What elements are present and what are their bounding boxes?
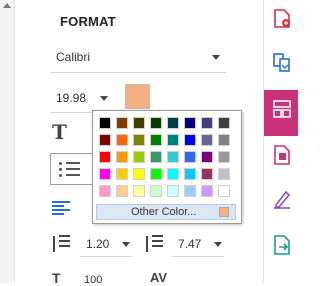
scroll-up-icon[interactable]: [3, 3, 11, 8]
color-swatch[interactable]: [150, 168, 162, 180]
font-size-select[interactable]: 19.98: [50, 82, 112, 113]
font-family-value: Calibri: [56, 50, 91, 64]
color-swatch[interactable]: [201, 134, 213, 146]
color-swatch[interactable]: [133, 134, 145, 146]
chevron-down-icon: [212, 55, 220, 60]
organize-pages-tool-button[interactable]: [264, 90, 298, 136]
color-swatch[interactable]: [133, 117, 145, 129]
paragraph-spacing-select[interactable]: 7.47: [172, 232, 224, 257]
color-swatch[interactable]: [218, 117, 230, 129]
color-swatch[interactable]: [201, 168, 213, 180]
align-left-icon[interactable]: [52, 201, 70, 215]
color-swatch[interactable]: [167, 117, 179, 129]
color-swatch[interactable]: [99, 151, 111, 163]
color-swatch[interactable]: [201, 151, 213, 163]
chevron-down-icon: [214, 242, 222, 247]
color-swatch[interactable]: [150, 117, 162, 129]
font-size-value: 19.98: [56, 91, 87, 105]
line-spacing-icon: [52, 235, 70, 253]
color-swatch[interactable]: [133, 151, 145, 163]
color-swatch[interactable]: [184, 168, 196, 180]
color-swatch[interactable]: [167, 185, 179, 197]
color-swatch[interactable]: [133, 168, 145, 180]
combine-files-tool-button[interactable]: [264, 44, 298, 90]
color-swatch[interactable]: [116, 185, 128, 197]
color-swatch[interactable]: [150, 185, 162, 197]
horizontal-scale-value[interactable]: 100: [84, 274, 102, 286]
text-style-icon[interactable]: T: [52, 120, 67, 144]
color-swatch[interactable]: [218, 168, 230, 180]
color-swatch[interactable]: [218, 151, 230, 163]
tools-sidebar: [263, 0, 298, 283]
line-spacing-select[interactable]: 1.20: [80, 232, 132, 257]
bullet-list-button[interactable]: [50, 153, 94, 185]
panel-scrollbar[interactable]: [0, 0, 15, 283]
color-swatch[interactable]: [150, 134, 162, 146]
other-color-button[interactable]: Other Color...: [96, 204, 236, 220]
color-swatch[interactable]: [116, 151, 128, 163]
color-swatch[interactable]: [201, 117, 213, 129]
list-line: [66, 162, 80, 164]
horizontal-scale-icon: T: [52, 270, 61, 286]
color-swatch[interactable]: [184, 117, 196, 129]
color-swatch[interactable]: [99, 185, 111, 197]
color-swatch[interactable]: [184, 185, 196, 197]
color-swatch[interactable]: [218, 185, 230, 197]
list-line: [66, 168, 80, 170]
color-swatch[interactable]: [167, 168, 179, 180]
color-swatch[interactable]: [99, 117, 111, 129]
color-swatch[interactable]: [116, 117, 128, 129]
color-swatch[interactable]: [116, 168, 128, 180]
list-line: [66, 174, 80, 176]
other-color-label: Other Color...: [131, 206, 197, 218]
color-swatch[interactable]: [184, 151, 196, 163]
color-swatch[interactable]: [218, 134, 230, 146]
pdf-export-tool-button[interactable]: [264, 0, 298, 46]
bullet-dot-icon: [59, 162, 62, 165]
paragraph-spacing-icon: [145, 235, 163, 253]
color-swatch[interactable]: [184, 134, 196, 146]
bullet-dot-icon: [59, 174, 62, 177]
bullet-dot-icon: [59, 168, 62, 171]
fill-sign-tool-button[interactable]: [264, 180, 298, 226]
line-spacing-value: 1.20: [86, 237, 110, 251]
current-color-swatch: [219, 207, 229, 217]
color-swatch[interactable]: [99, 168, 111, 180]
color-swatch[interactable]: [116, 134, 128, 146]
compress-pdf-tool-button[interactable]: [264, 136, 298, 182]
color-swatch[interactable]: [167, 151, 179, 163]
color-swatch[interactable]: [99, 134, 111, 146]
font-family-select[interactable]: Calibri: [50, 40, 226, 73]
chevron-down-icon: [122, 242, 130, 247]
color-swatch[interactable]: [167, 134, 179, 146]
export-pdf-tool-button[interactable]: [264, 226, 298, 272]
text-color-button[interactable]: [125, 84, 150, 109]
color-swatch[interactable]: [133, 185, 145, 197]
paragraph-spacing-value: 7.47: [178, 237, 202, 251]
chevron-down-icon: [100, 96, 108, 101]
color-picker-popup: Other Color...: [92, 110, 242, 224]
format-title: FORMAT: [60, 14, 116, 29]
color-swatch[interactable]: [201, 185, 213, 197]
color-swatch[interactable]: [150, 151, 162, 163]
